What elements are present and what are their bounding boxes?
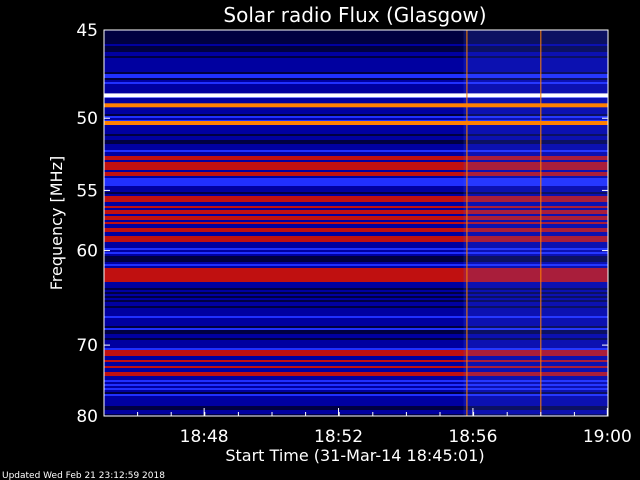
y-tick-label: 50 bbox=[76, 109, 98, 129]
x-tick-label: 19:00 bbox=[583, 427, 632, 447]
y-tick-label: 80 bbox=[76, 407, 98, 427]
x-tick-label: 18:56 bbox=[448, 427, 497, 447]
chart: Solar radio Flux (Glasgow) 455055607080 … bbox=[0, 0, 640, 480]
y-tick-label: 45 bbox=[76, 21, 98, 41]
chart-title: Solar radio Flux (Glasgow) bbox=[223, 3, 486, 27]
updated-timestamp: Updated Wed Feb 21 23:12:59 2018 bbox=[2, 471, 165, 480]
x-tick-label: 18:48 bbox=[180, 427, 229, 447]
bright-band bbox=[104, 103, 608, 108]
y-tick-label: 60 bbox=[76, 242, 98, 262]
y-axis-label: Frequency [MHz] bbox=[47, 156, 66, 290]
spectrogram bbox=[104, 30, 609, 417]
y-tick-label: 55 bbox=[76, 181, 98, 201]
x-tick-label: 18:52 bbox=[314, 427, 363, 447]
bright-band bbox=[104, 121, 608, 125]
spectrogram-late-overlay bbox=[463, 30, 609, 416]
x-axis-label: Start Time (31-Mar-14 18:45:01) bbox=[225, 446, 484, 465]
bright-band bbox=[104, 93, 608, 98]
y-tick-label: 70 bbox=[76, 336, 98, 356]
